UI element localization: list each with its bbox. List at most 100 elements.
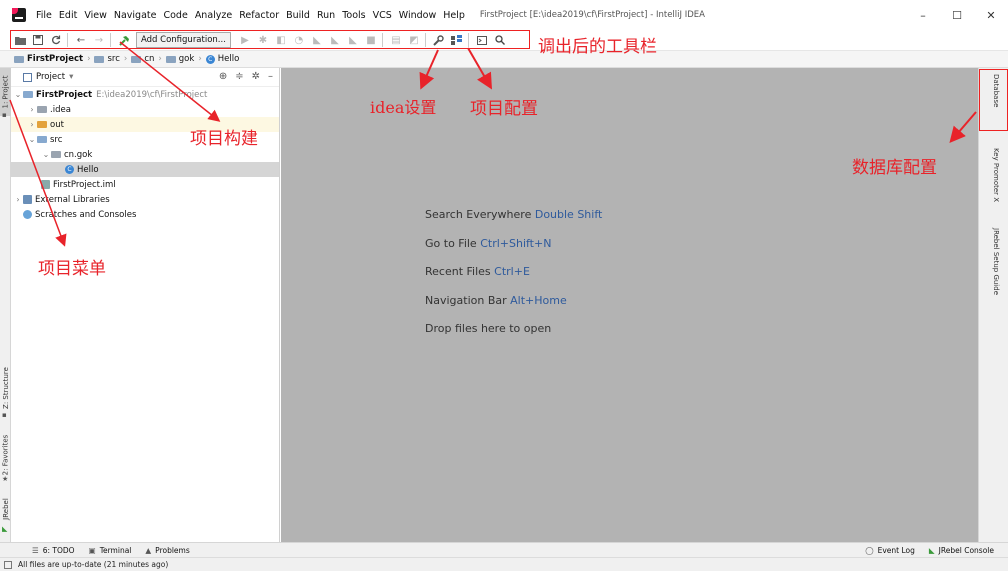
maximize-button[interactable]: ☐: [940, 0, 974, 30]
tab-structure[interactable]: Z: Structure: [0, 358, 11, 418]
breadcrumb-chevron-icon: ›: [87, 54, 91, 64]
todo-button[interactable]: ☰ 6: TODO: [32, 546, 75, 555]
menu-edit[interactable]: Edit: [59, 10, 77, 21]
add-configuration-button[interactable]: Add Configuration...: [136, 32, 231, 48]
menu-build[interactable]: Build: [286, 10, 310, 21]
jrebel-console-button[interactable]: ◣ JRebel Console: [929, 546, 994, 555]
jrebel-console-label: JRebel Console: [938, 546, 994, 555]
tree-row-package[interactable]: ⌄ cn.gok: [11, 147, 279, 162]
tab-jrebel-setup[interactable]: JRebel Setup Guide: [992, 228, 1000, 295]
chevron-right-icon[interactable]: ›: [27, 120, 37, 129]
chevron-down-icon[interactable]: ▾: [69, 72, 73, 82]
hint-shortcut: Ctrl+Shift+N: [480, 237, 552, 250]
save-all-icon[interactable]: [30, 32, 46, 48]
terminal-button[interactable]: ▣ Terminal: [89, 546, 132, 555]
status-toggle-icon[interactable]: [4, 560, 12, 569]
menu-view[interactable]: View: [84, 10, 107, 21]
project-panel-title[interactable]: Project: [36, 72, 65, 82]
chevron-right-icon[interactable]: ›: [27, 105, 37, 114]
tab-label: 2: Favorites: [1, 434, 10, 476]
tree-row-hello[interactable]: C Hello: [11, 162, 279, 177]
menu-tools[interactable]: Tools: [342, 10, 365, 21]
menu-run[interactable]: Run: [317, 10, 335, 21]
toolbar-separator: [67, 33, 68, 47]
tab-project[interactable]: 1: Project: [0, 68, 11, 116]
collapse-all-icon[interactable]: ≑: [235, 71, 243, 82]
settings-wrench-icon[interactable]: [431, 32, 447, 48]
status-bar: All files are up-to-date (21 minutes ago…: [0, 557, 1008, 571]
hint-shortcut: Ctrl+E: [494, 265, 530, 278]
annotation-idea-settings: idea设置: [370, 98, 437, 117]
tree-row-idea[interactable]: › .idea: [11, 102, 279, 117]
tab-key-promoter[interactable]: Key Promoter X: [992, 148, 1000, 202]
minimize-button[interactable]: –: [906, 0, 940, 30]
terminal-label: Terminal: [99, 545, 132, 555]
menu-vcs[interactable]: VCS: [373, 10, 392, 21]
forward-arrow-icon[interactable]: →: [91, 32, 107, 48]
hint-text: Recent Files: [425, 265, 491, 278]
menu-analyze[interactable]: Analyze: [195, 10, 232, 21]
breadcrumb-hello[interactable]: C Hello: [205, 54, 239, 64]
chevron-right-icon[interactable]: ›: [13, 195, 23, 204]
menu-file[interactable]: File: [36, 10, 52, 21]
breadcrumb-src[interactable]: src: [94, 54, 120, 64]
project-structure-icon[interactable]: [449, 32, 465, 48]
hint-drop-files: Drop files here to open: [425, 322, 551, 335]
tab-jrebel[interactable]: JRebel: [0, 492, 11, 526]
breadcrumb-project[interactable]: FirstProject: [14, 54, 83, 64]
run-icon[interactable]: ▶: [237, 32, 253, 48]
warning-icon: ▲: [145, 545, 152, 555]
event-log-label: Event Log: [877, 546, 915, 555]
locate-file-icon[interactable]: ⊕: [219, 71, 227, 82]
bottom-tool-bar: ☰ 6: TODO ▣ Terminal ▲ Problems ◯ Event Log …: [0, 542, 1008, 557]
package-icon: [51, 151, 61, 158]
menu-window[interactable]: Window: [399, 10, 436, 21]
tree-row-libraries[interactable]: › External Libraries: [11, 192, 279, 207]
menu-refactor[interactable]: Refactor: [239, 10, 279, 21]
folder-icon: [94, 55, 105, 63]
tree-row-iml[interactable]: FirstProject.iml: [11, 177, 279, 192]
hint-go-to-file: Go to File Ctrl+Shift+N: [425, 237, 551, 250]
menu-navigate[interactable]: Navigate: [114, 10, 157, 21]
menu-code[interactable]: Code: [163, 10, 187, 21]
hint-text: Search Everywhere: [425, 208, 532, 221]
breadcrumb-cn[interactable]: cn: [131, 54, 154, 64]
right-tool-strip: Database Key Promoter X JRebel Setup Gui…: [978, 68, 1008, 542]
tree-row-root[interactable]: ⌄ FirstProject E:\idea2019\cf\FirstProje…: [11, 87, 279, 102]
stop-icon[interactable]: ■: [363, 32, 379, 48]
back-arrow-icon[interactable]: ←: [73, 32, 89, 48]
tree-row-scratches[interactable]: Scratches and Consoles: [11, 207, 279, 222]
synchronize-icon[interactable]: [48, 32, 64, 48]
breadcrumb-label: cn: [144, 54, 155, 64]
breadcrumb-gok[interactable]: gok: [165, 54, 194, 64]
menu-help[interactable]: Help: [443, 10, 465, 21]
chevron-down-icon[interactable]: ⌄: [41, 150, 51, 159]
chevron-down-icon[interactable]: ⌄: [13, 90, 23, 99]
open-folder-icon[interactable]: [12, 32, 28, 48]
gear-icon[interactable]: ✲: [252, 71, 260, 82]
vcs-update-icon[interactable]: ▤: [388, 32, 404, 48]
close-button[interactable]: ✕: [974, 0, 1008, 30]
profile-icon[interactable]: ◔: [291, 32, 307, 48]
jrebel-debug-icon[interactable]: ◣: [327, 32, 343, 48]
vcs-commit-icon[interactable]: ◩: [406, 32, 422, 48]
tree-label: External Libraries: [35, 194, 110, 205]
event-log-button[interactable]: ◯ Event Log: [865, 546, 915, 555]
search-icon[interactable]: [492, 32, 508, 48]
build-hammer-icon[interactable]: [116, 32, 132, 48]
problems-button[interactable]: ▲ Problems: [145, 546, 189, 555]
editor-empty-state: Search Everywhere Double Shift Go to Fil…: [281, 68, 978, 542]
debug-icon[interactable]: ✱: [255, 32, 271, 48]
terminal-icon[interactable]: [474, 32, 490, 48]
hint-text: Go to File: [425, 237, 477, 250]
run-coverage-icon[interactable]: ◧: [273, 32, 289, 48]
jrebel-run-icon[interactable]: ◣: [309, 32, 325, 48]
hide-panel-icon[interactable]: –: [268, 71, 273, 82]
terminal-icon: ▣: [88, 545, 96, 555]
annotation-build: 项目构建: [190, 129, 258, 149]
project-folder-icon: [14, 55, 24, 63]
jrebel-update-icon[interactable]: ◣: [345, 32, 361, 48]
chevron-down-icon[interactable]: ⌄: [27, 135, 37, 144]
tree-label: src: [50, 134, 63, 145]
tab-favorites[interactable]: 2: Favorites: [0, 430, 11, 480]
